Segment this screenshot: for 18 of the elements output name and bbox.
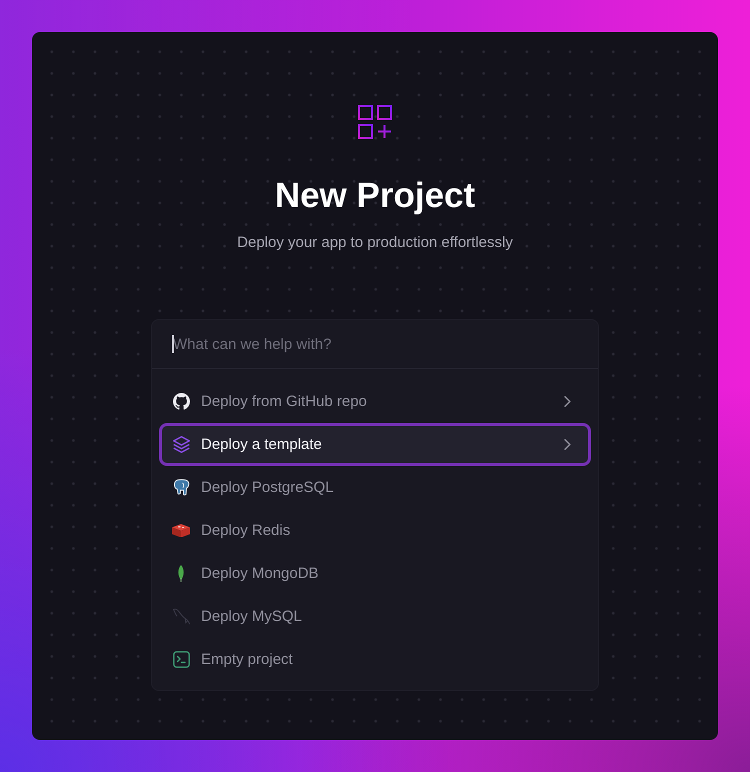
- search-field[interactable]: What can we help with?: [152, 320, 598, 368]
- leaf-icon: [178, 565, 184, 582]
- github-icon: [172, 393, 190, 410]
- terminal-icon: [172, 651, 190, 668]
- menu-item[interactable]: Empty project: [159, 638, 591, 681]
- menu-item[interactable]: Deploy MySQL: [159, 595, 591, 638]
- menu-item[interactable]: Deploy a template: [159, 423, 591, 466]
- menu-item[interactable]: Deploy MongoDB: [159, 552, 591, 595]
- menu-item[interactable]: Deploy Redis: [159, 509, 591, 552]
- menu-item[interactable]: Deploy PostgreSQL: [159, 466, 591, 509]
- layers-icon: [172, 436, 190, 453]
- grid-plus-icon: [358, 105, 392, 139]
- page-title: New Project: [274, 175, 476, 217]
- dolphin-icon: [172, 608, 190, 625]
- elephant-icon: [172, 479, 190, 496]
- cube-icon: [172, 524, 190, 538]
- menu-item[interactable]: Deploy from GitHub repo: [159, 380, 591, 423]
- page-subtitle: Deploy your app to production effortlessly: [237, 233, 513, 253]
